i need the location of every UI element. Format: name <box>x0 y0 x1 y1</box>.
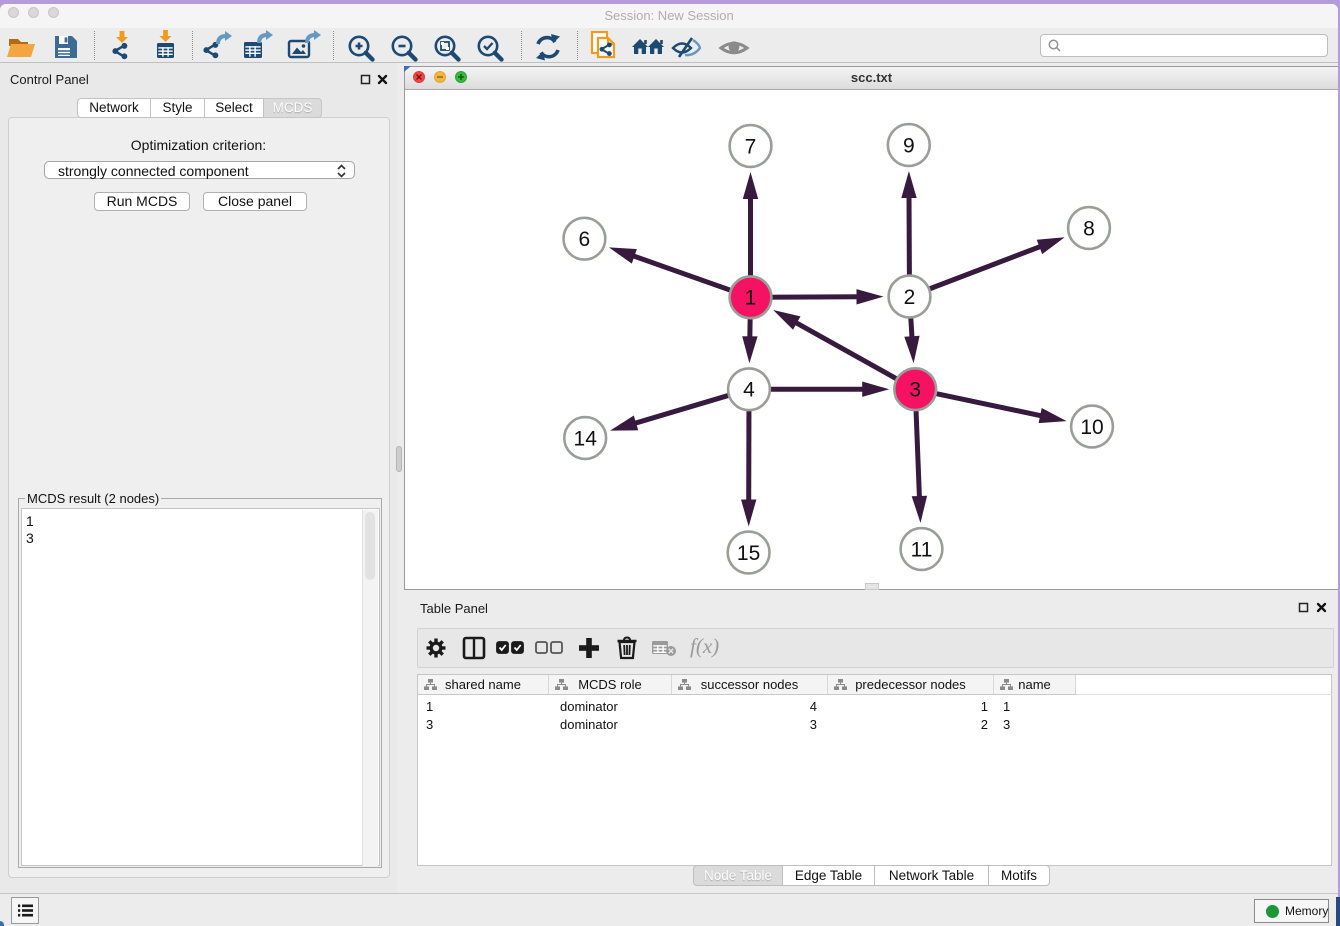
svg-text:6: 6 <box>579 228 591 251</box>
svg-text:11: 11 <box>911 538 933 561</box>
svg-text:9: 9 <box>903 134 915 157</box>
svg-text:4: 4 <box>743 379 755 402</box>
svg-text:14: 14 <box>574 427 598 450</box>
svg-text:8: 8 <box>1083 217 1095 240</box>
svg-text:7: 7 <box>745 135 757 158</box>
svg-text:15: 15 <box>737 542 760 565</box>
svg-text:2: 2 <box>904 286 916 309</box>
svg-text:3: 3 <box>909 379 921 402</box>
svg-text:10: 10 <box>1080 416 1103 439</box>
svg-text:1: 1 <box>745 287 757 310</box>
